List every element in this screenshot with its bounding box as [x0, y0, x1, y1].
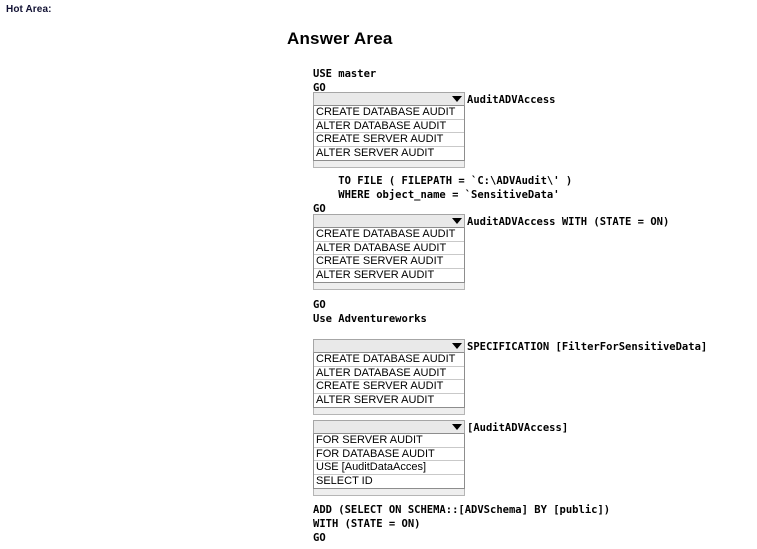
dropdown-2-option-1[interactable]: ALTER DATABASE AUDIT	[314, 241, 464, 255]
dropdown-1-head[interactable]	[313, 92, 465, 106]
dropdown-2[interactable]: CREATE DATABASE AUDIT ALTER DATABASE AUD…	[313, 214, 465, 290]
dropdown-3-option-0[interactable]: CREATE DATABASE AUDIT	[314, 353, 464, 367]
dropdown-3-list[interactable]: CREATE DATABASE AUDIT ALTER DATABASE AUD…	[313, 353, 465, 408]
chevron-down-icon[interactable]	[452, 96, 462, 102]
dropdown-4-option-2[interactable]: USE [AuditDataAcces]	[314, 461, 464, 475]
code-block-add-select: ADD (SELECT ON SCHEMA::[ADVSchema] BY [p…	[313, 504, 611, 544]
chevron-down-icon[interactable]	[452, 218, 462, 224]
dropdown-1[interactable]: CREATE DATABASE AUDIT ALTER DATABASE AUD…	[313, 92, 465, 168]
dropdown-3-option-1[interactable]: ALTER DATABASE AUDIT	[314, 366, 464, 380]
dropdown-3-footer	[313, 408, 465, 415]
dropdown-2-option-3[interactable]: ALTER SERVER AUDIT	[314, 268, 464, 282]
dropdown-4-head[interactable]	[313, 420, 465, 434]
dropdown-4-option-0[interactable]: FOR SERVER AUDIT	[314, 434, 464, 448]
dropdown-1-trailing-text: AuditADVAccess	[467, 94, 556, 106]
dropdown-1-footer	[313, 161, 465, 168]
dropdown-2-footer	[313, 283, 465, 290]
dropdown-4-footer	[313, 489, 465, 496]
chevron-down-icon[interactable]	[452, 424, 462, 430]
dropdown-1-option-1[interactable]: ALTER DATABASE AUDIT	[314, 119, 464, 133]
dropdown-3-option-2[interactable]: CREATE SERVER AUDIT	[314, 380, 464, 394]
chevron-down-icon[interactable]	[452, 343, 462, 349]
dropdown-4-option-1[interactable]: FOR DATABASE AUDIT	[314, 447, 464, 461]
code-block-to-file: TO FILE ( FILEPATH = `C:\ADVAudit\' ) WH…	[313, 175, 573, 215]
dropdown-4-trailing-text: [AuditADVAccess]	[467, 422, 569, 434]
dropdown-4-list[interactable]: FOR SERVER AUDIT FOR DATABASE AUDIT USE …	[313, 434, 465, 489]
dropdown-3-option-3[interactable]: ALTER SERVER AUDIT	[314, 393, 464, 407]
code-block-use-master: USE master GO	[313, 68, 377, 94]
dropdown-4[interactable]: FOR SERVER AUDIT FOR DATABASE AUDIT USE …	[313, 420, 465, 496]
dropdown-2-option-2[interactable]: CREATE SERVER AUDIT	[314, 255, 464, 269]
dropdown-3-trailing-text: SPECIFICATION [FilterForSensitiveData]	[467, 341, 708, 353]
dropdown-2-head[interactable]	[313, 214, 465, 228]
dropdown-4-option-3[interactable]: SELECT ID	[314, 474, 464, 488]
dropdown-1-option-2[interactable]: CREATE SERVER AUDIT	[314, 133, 464, 147]
dropdown-3-head[interactable]	[313, 339, 465, 353]
dropdown-1-list[interactable]: CREATE DATABASE AUDIT ALTER DATABASE AUD…	[313, 106, 465, 161]
dropdown-2-trailing-text: AuditADVAccess WITH (STATE = ON)	[467, 216, 670, 228]
code-block-use-adventureworks: GO Use Adventureworks	[313, 299, 427, 325]
dropdown-2-list[interactable]: CREATE DATABASE AUDIT ALTER DATABASE AUD…	[313, 228, 465, 283]
dropdown-1-option-3[interactable]: ALTER SERVER AUDIT	[314, 146, 464, 160]
hot-area-label: Hot Area:	[6, 4, 52, 15]
page-title: Answer Area	[287, 29, 393, 48]
dropdown-3[interactable]: CREATE DATABASE AUDIT ALTER DATABASE AUD…	[313, 339, 465, 415]
dropdown-1-option-0[interactable]: CREATE DATABASE AUDIT	[314, 106, 464, 120]
dropdown-2-option-0[interactable]: CREATE DATABASE AUDIT	[314, 228, 464, 242]
